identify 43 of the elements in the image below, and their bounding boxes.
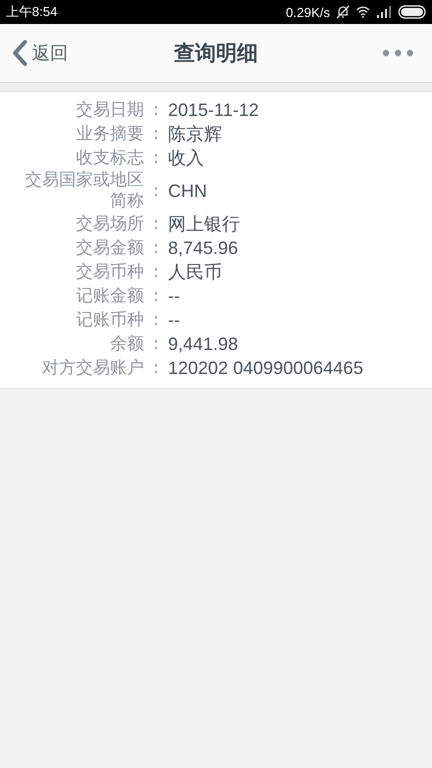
page-title: 查询明细 [174,40,258,67]
colon: : [152,100,160,120]
colon: : [152,358,160,378]
field-label: 交易国家或地区简称 [24,170,144,212]
colon: : [152,310,160,330]
field-label: 交易币种 [75,262,144,282]
chevron-left-icon [12,40,28,66]
field-label: 交易日期 [75,100,144,120]
field-label: 交易金额 [75,238,144,258]
signal-icon [376,6,392,18]
field-value: 2015-11-12 [168,100,259,120]
field-value: 8,745.96 [168,238,238,258]
field-label: 记账金额 [75,286,144,306]
field-label: 交易场所 [75,214,144,234]
field-value: 陈京辉 [168,123,222,146]
field-label: 收支标志 [75,148,144,168]
muted-bell-icon [336,5,350,19]
more-dots-icon [382,49,414,57]
network-speed: 0.29K/s [286,4,330,20]
colon: : [152,238,160,258]
colon: : [152,148,160,168]
field-value: -- [168,310,180,330]
field-value: 120202 0409900064465 [168,358,364,378]
colon: : [152,214,160,234]
colon: : [152,286,160,306]
field-value: 人民币 [168,261,222,284]
colon: : [152,124,160,144]
back-button[interactable]: 返回 [8,36,72,70]
clock: 上午8:54 [6,3,58,21]
field-label: 业务摘要 [75,124,144,144]
field-label: 余额 [109,334,144,354]
colon: : [152,334,160,354]
field-value: -- [168,286,180,306]
field-value: 9,441.98 [168,334,238,354]
colon: : [152,181,160,201]
field-label: 记账币种 [75,310,144,330]
battery-icon [398,5,426,19]
field-value: 收入 [168,147,204,170]
field-value: CHN [168,180,207,202]
colon: : [152,262,160,282]
field-label: 对方交易账户 [41,358,144,378]
field-value: 网上银行 [168,213,240,236]
wifi-icon [356,6,370,18]
